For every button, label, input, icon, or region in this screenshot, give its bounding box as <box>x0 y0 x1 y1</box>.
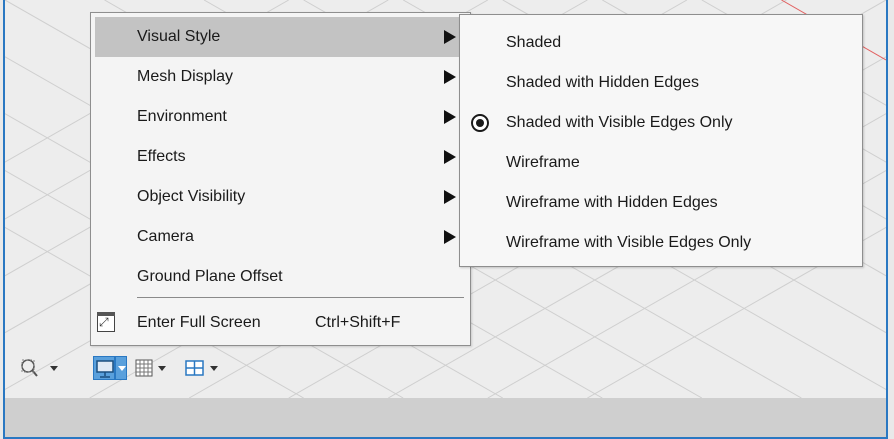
submenu-arrow-icon <box>444 110 456 124</box>
menu-item-enter-full-screen[interactable]: Enter Full Screen Ctrl+Shift+F <box>95 305 466 341</box>
menu-item-label: Environment <box>137 108 227 125</box>
menu-item-mesh-display[interactable]: Mesh Display <box>95 57 466 97</box>
menu-item-camera[interactable]: Camera <box>95 217 466 257</box>
menu-divider <box>137 297 464 298</box>
menu-item-shortcut: Ctrl+Shift+F <box>315 314 401 331</box>
menu-item-environment[interactable]: Environment <box>95 97 466 137</box>
menu-item-label: Enter Full Screen <box>137 314 261 331</box>
menu-item-label: Camera <box>137 228 194 245</box>
menu-item-effects[interactable]: Effects <box>95 137 466 177</box>
navigation-toolbar <box>5 352 305 384</box>
chevron-down-icon <box>210 366 218 371</box>
submenu-arrow-icon <box>444 30 456 44</box>
viewports-icon <box>185 360 204 376</box>
zoom-window-button[interactable] <box>19 356 58 380</box>
submenu-item-wireframe[interactable]: Wireframe <box>506 143 580 183</box>
display-settings-icon <box>96 360 114 378</box>
menu-item-label: Mesh Display <box>137 68 234 85</box>
submenu-item-label: Shaded with Visible Edges Only <box>506 114 733 131</box>
menu-item-label: Visual Style <box>137 28 221 45</box>
menu-item-label: Effects <box>137 148 186 165</box>
visual-style-submenu: Shaded Shaded with Hidden Edges Shaded w… <box>459 14 863 267</box>
fullscreen-icon <box>97 312 115 332</box>
submenu-item-wireframe-visible-edges[interactable]: Wireframe with Visible Edges Only <box>506 223 751 263</box>
submenu-item-shaded-visible-edges[interactable]: Shaded with Visible Edges Only <box>506 103 733 143</box>
zoom-window-icon <box>21 359 38 377</box>
submenu-arrow-icon <box>444 70 456 84</box>
grid-button[interactable] <box>133 356 167 380</box>
submenu-arrow-icon <box>444 150 456 164</box>
menu-item-label: Ground Plane Offset <box>137 268 283 285</box>
grid-icon <box>135 359 153 377</box>
display-settings-dropdown[interactable] <box>115 356 127 380</box>
submenu-item-label: Shaded <box>506 34 562 51</box>
menu-item-label: Object Visibility <box>137 188 246 205</box>
submenu-item-shaded-hidden-edges[interactable]: Shaded with Hidden Edges <box>506 63 699 103</box>
submenu-item-label: Wireframe with Hidden Edges <box>506 194 718 211</box>
submenu-item-shaded[interactable]: Shaded <box>506 23 561 63</box>
submenu-arrow-icon <box>444 190 456 204</box>
menu-item-visual-style[interactable]: Visual Style <box>95 17 466 57</box>
bottom-panel <box>5 398 886 437</box>
menu-item-ground-plane-offset[interactable]: Ground Plane Offset <box>95 257 466 297</box>
display-settings-button[interactable] <box>93 356 115 380</box>
menu-item-object-visibility[interactable]: Object Visibility <box>95 177 466 217</box>
chevron-down-icon <box>118 366 126 371</box>
display-settings-menu: Visual Style Mesh Display Environment Ef… <box>90 12 471 346</box>
radio-selected-icon <box>471 114 489 132</box>
chevron-down-icon <box>158 366 166 371</box>
submenu-item-label: Shaded with Hidden Edges <box>506 74 700 91</box>
submenu-item-wireframe-hidden-edges[interactable]: Wireframe with Hidden Edges <box>506 183 718 223</box>
submenu-arrow-icon <box>444 230 456 244</box>
viewports-button[interactable] <box>183 356 223 380</box>
submenu-item-label: Wireframe with Visible Edges Only <box>506 234 752 251</box>
submenu-item-label: Wireframe <box>506 154 580 171</box>
chevron-down-icon <box>50 366 58 371</box>
